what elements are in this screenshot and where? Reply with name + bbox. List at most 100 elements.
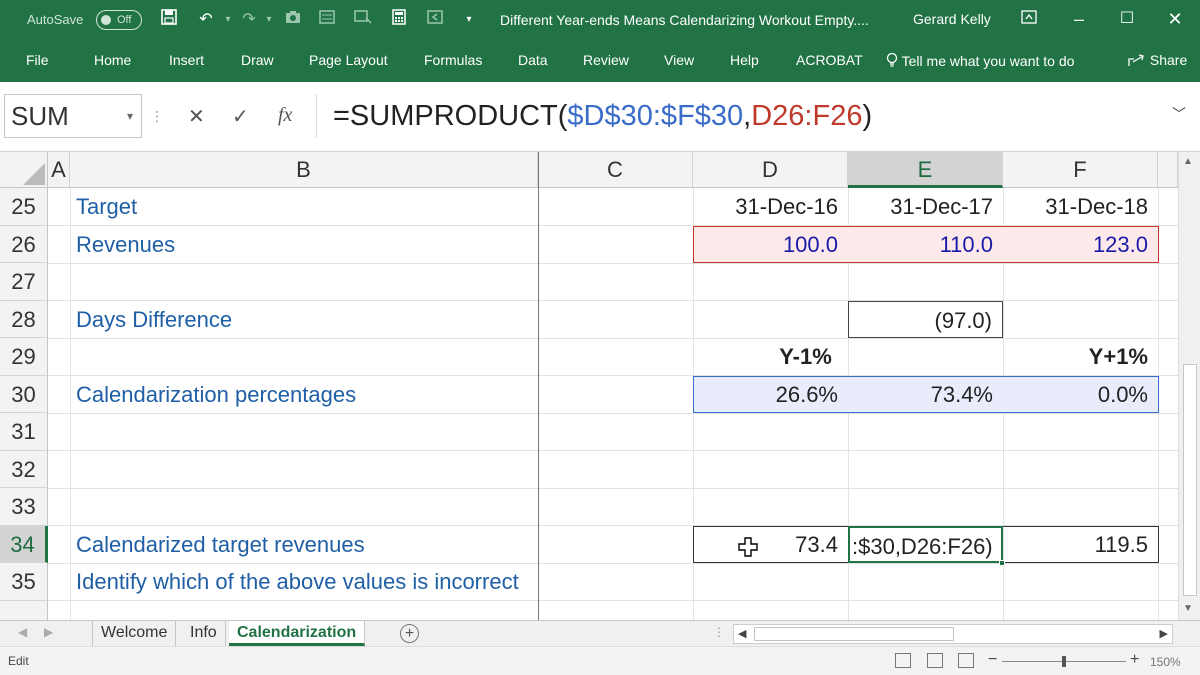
zoom-in-icon[interactable]: +: [1130, 651, 1139, 669]
column-header-f[interactable]: F: [1003, 152, 1158, 188]
redo-dropdown-icon[interactable]: ▾: [258, 9, 280, 31]
select-all-corner[interactable]: [0, 152, 48, 188]
undo-icon[interactable]: ↶: [195, 9, 217, 31]
name-box-dropdown-icon[interactable]: ▾: [127, 95, 133, 137]
column-header-e[interactable]: E: [848, 152, 1003, 188]
share-button[interactable]: Share: [1128, 52, 1187, 68]
tab-page-layout[interactable]: Page Layout: [309, 52, 388, 68]
prev-sheet-icon[interactable]: ◀: [18, 625, 27, 639]
cell-f25[interactable]: 31-Dec-18: [1003, 188, 1158, 226]
cell-b30[interactable]: Calendarization percentages: [70, 376, 538, 414]
cancel-icon[interactable]: ✕: [188, 104, 205, 129]
row-header-29[interactable]: 29: [0, 338, 48, 376]
cell-d26[interactable]: 100.0: [693, 226, 848, 264]
calculator-icon[interactable]: [388, 9, 410, 31]
cell-f34[interactable]: 119.5: [1003, 526, 1158, 564]
expand-formula-bar-icon[interactable]: ﹀: [1172, 104, 1186, 124]
cell-e25[interactable]: 31-Dec-17: [848, 188, 1003, 226]
cell-e28[interactable]: (97.0): [848, 300, 1003, 338]
drag-handle-icon[interactable]: ⋮: [150, 108, 164, 125]
cell-f30[interactable]: 0.0%: [1003, 376, 1158, 414]
tab-help[interactable]: Help: [730, 52, 759, 68]
column-header-d[interactable]: D: [693, 152, 848, 188]
row-header-25[interactable]: 25: [0, 188, 48, 226]
back-icon[interactable]: [424, 9, 446, 31]
zoom-out-icon[interactable]: −: [988, 651, 997, 669]
cell-d25[interactable]: 31-Dec-16: [693, 188, 848, 226]
row-header-27[interactable]: 27: [0, 263, 48, 301]
cell-b26[interactable]: Revenues: [70, 226, 538, 264]
scroll-right-icon[interactable]: ▶: [1160, 627, 1168, 640]
sheet-tab-calendarization[interactable]: Calendarization: [229, 621, 366, 646]
row-header-33[interactable]: 33: [0, 488, 48, 526]
column-header-g[interactable]: [1158, 152, 1178, 188]
cell-d29[interactable]: Y-1%: [693, 338, 848, 376]
scroll-left-icon[interactable]: ◀: [738, 627, 746, 640]
present-icon[interactable]: [352, 9, 374, 31]
formula-input[interactable]: =SUMPRODUCT($D$30:$F$30,D26:F26): [316, 94, 1196, 138]
cell-b34[interactable]: Calendarized target revenues: [70, 526, 538, 564]
horizontal-scroll-thumb[interactable]: [754, 627, 954, 641]
redo-icon[interactable]: ↷: [238, 9, 260, 31]
tab-insert[interactable]: Insert: [169, 52, 204, 68]
row-header-36[interactable]: [0, 600, 48, 620]
tab-file[interactable]: File: [26, 52, 49, 68]
cell-e30[interactable]: 73.4%: [848, 376, 1003, 414]
tab-draw[interactable]: Draw: [241, 52, 274, 68]
autosave-toggle[interactable]: Off: [96, 10, 142, 30]
row-header-26[interactable]: 26: [0, 225, 48, 263]
cell-e34-active[interactable]: :$30,D26:F26): [848, 525, 1003, 563]
cell-d34[interactable]: 73.4: [693, 526, 848, 564]
cell-f26[interactable]: 123.0: [1003, 226, 1158, 264]
sheet-tab-info[interactable]: Info: [182, 621, 226, 646]
horizontal-scrollbar[interactable]: ◀ ▶: [733, 624, 1173, 644]
row-header-30[interactable]: 30: [0, 375, 48, 413]
tab-formulas[interactable]: Formulas: [424, 52, 482, 68]
minimize-icon[interactable]: –: [1062, 6, 1096, 32]
camera-icon[interactable]: [282, 9, 304, 31]
name-box[interactable]: SUM ▾: [4, 94, 142, 138]
scroll-up-icon[interactable]: ▲: [1183, 156, 1193, 167]
tab-review[interactable]: Review: [583, 52, 629, 68]
page-layout-view-icon[interactable]: [927, 653, 943, 668]
close-icon[interactable]: ✕: [1158, 6, 1192, 32]
normal-view-icon[interactable]: [895, 653, 911, 668]
column-header-c[interactable]: C: [538, 152, 693, 188]
cell-b25[interactable]: Target: [70, 188, 538, 226]
tab-split-handle-icon[interactable]: ⋮: [713, 625, 725, 639]
zoom-slider-knob[interactable]: [1062, 656, 1066, 667]
save-icon[interactable]: [158, 9, 180, 31]
column-header-b[interactable]: B: [70, 152, 538, 188]
enter-icon[interactable]: ✓: [232, 104, 249, 129]
ribbon-display-icon[interactable]: [1012, 6, 1046, 32]
sheet-tab-welcome[interactable]: Welcome: [92, 621, 177, 646]
undo-dropdown-icon[interactable]: ▾: [217, 9, 239, 31]
new-sheet-icon[interactable]: +: [400, 624, 419, 643]
form-icon[interactable]: [316, 9, 338, 31]
row-header-35[interactable]: 35: [0, 563, 48, 601]
tab-home[interactable]: Home: [94, 52, 131, 68]
tab-acrobat[interactable]: ACROBAT: [796, 52, 863, 68]
next-sheet-icon[interactable]: ▶: [44, 625, 53, 639]
insert-function-icon[interactable]: fx: [278, 104, 292, 127]
vertical-scrollbar[interactable]: ▲ ▼: [1178, 152, 1200, 620]
scroll-down-icon[interactable]: ▼: [1183, 603, 1193, 614]
cell-f29[interactable]: Y+1%: [1003, 338, 1158, 376]
customize-toolbar-icon[interactable]: ▾: [458, 9, 480, 31]
zoom-level[interactable]: 150%: [1150, 655, 1181, 669]
tab-data[interactable]: Data: [518, 52, 548, 68]
vertical-scroll-thumb[interactable]: [1183, 364, 1197, 596]
user-name[interactable]: Gerard Kelly: [913, 11, 991, 27]
page-break-view-icon[interactable]: [958, 653, 974, 668]
cell-d30[interactable]: 26.6%: [693, 376, 848, 414]
cell-b28[interactable]: Days Difference: [70, 301, 538, 339]
row-header-32[interactable]: 32: [0, 450, 48, 488]
maximize-icon[interactable]: ☐: [1110, 6, 1144, 32]
tell-me-box[interactable]: Tell me what you want to do: [886, 52, 1074, 69]
cell-b35[interactable]: Identify which of the above values is in…: [70, 563, 690, 601]
row-header-34[interactable]: 34: [0, 525, 48, 563]
cell-e26[interactable]: 110.0: [848, 226, 1003, 264]
row-header-28[interactable]: 28: [0, 300, 48, 338]
row-header-31[interactable]: 31: [0, 413, 48, 451]
worksheet-grid[interactable]: A B C D E F 25 26 27 28 29 30 31 32 33 3…: [0, 152, 1178, 620]
